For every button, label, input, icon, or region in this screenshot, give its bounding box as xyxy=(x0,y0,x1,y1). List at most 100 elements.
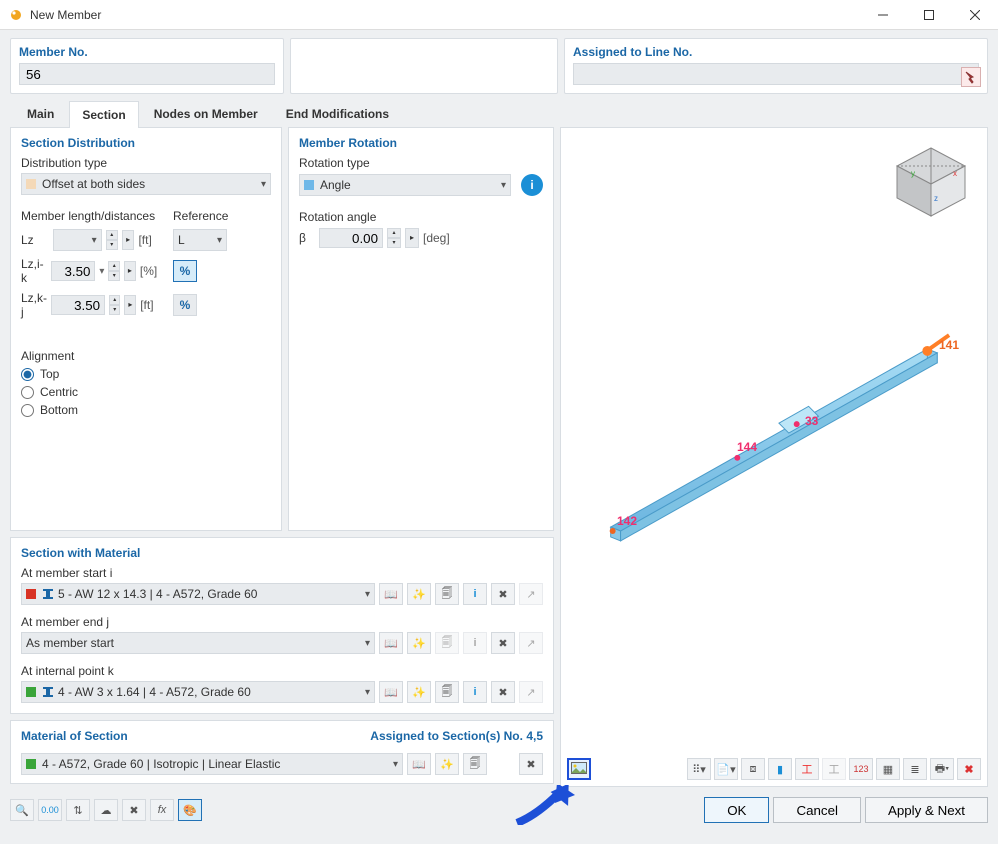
alignment-title: Alignment xyxy=(21,349,271,363)
lz-spinner[interactable]: ▴▾ xyxy=(106,230,118,250)
lzkj-spinner[interactable]: ▴▾ xyxy=(109,295,120,315)
library-icon[interactable]: 📖 xyxy=(379,632,403,654)
delete-icon[interactable]: ✖ xyxy=(519,753,543,775)
preview-toolbar: ⠿▾ 📄▾ ⧈ ▮ 工 工 123 ▦ ≣ 🖶▾ ✖ xyxy=(567,758,981,780)
swm-int-swatch xyxy=(26,687,36,697)
ok-button[interactable]: OK xyxy=(704,797,769,823)
beta-unit: [deg] xyxy=(423,231,463,245)
toggle1-icon[interactable]: ⇅ xyxy=(66,799,90,821)
delete-icon[interactable]: ✖ xyxy=(491,632,515,654)
copy-icon: 🗐 xyxy=(435,632,459,654)
reference-combo[interactable]: L ▾ xyxy=(173,229,227,251)
arrow-icon: ↗ xyxy=(519,583,543,605)
library-icon[interactable]: 📖 xyxy=(407,753,431,775)
beta-input[interactable] xyxy=(319,228,383,248)
rot-angle-label: Rotation angle xyxy=(299,210,543,224)
new-icon[interactable]: ✨ xyxy=(407,632,431,654)
info-icon[interactable]: i xyxy=(463,583,487,605)
pick-line-button[interactable] xyxy=(961,67,981,87)
chevron-down-icon: ▾ xyxy=(261,179,266,190)
align-bottom-label: Bottom xyxy=(40,403,78,417)
copy-icon[interactable]: 🗐 xyxy=(463,753,487,775)
mat-swatch xyxy=(26,759,36,769)
close-button[interactable] xyxy=(952,0,998,30)
maximize-button[interactable] xyxy=(906,0,952,30)
tab-section[interactable]: Section xyxy=(69,101,138,128)
search-icon[interactable]: 🔍 xyxy=(10,799,34,821)
member-no-box: Member No. xyxy=(10,38,284,94)
lz-play[interactable]: ▸ xyxy=(122,230,135,250)
swm-int-label: At internal point k xyxy=(21,664,543,678)
reset-view-icon[interactable]: ✖ xyxy=(957,758,981,780)
lzik-play[interactable]: ▸ xyxy=(124,261,136,281)
fx-icon[interactable]: fx xyxy=(150,799,174,821)
tab-main[interactable]: Main xyxy=(14,100,67,127)
section-grey-icon: 工 xyxy=(822,758,846,780)
delete-icon[interactable]: ✖ xyxy=(491,681,515,703)
beta-play[interactable]: ▸ xyxy=(405,228,419,248)
align-centric-label: Centric xyxy=(40,385,78,399)
mat-combo[interactable]: 4 - A572, Grade 60 | Isotropic | Linear … xyxy=(21,753,403,775)
wireframe-icon[interactable]: ⧈ xyxy=(741,758,765,780)
lzkj-play[interactable]: ▸ xyxy=(124,295,136,315)
member-rotation-panel: Member Rotation Rotation type Angle ▾ i … xyxy=(288,127,554,531)
print-icon[interactable]: 🖶▾ xyxy=(930,758,954,780)
align-top-radio[interactable]: Top xyxy=(21,367,271,381)
info-icon[interactable]: i xyxy=(463,681,487,703)
swm-start-label: At member start i xyxy=(21,566,543,580)
display-icon[interactable]: 📄▾ xyxy=(714,758,738,780)
lz-value-combo[interactable]: ▾ xyxy=(53,229,102,251)
copy-icon[interactable]: 🗐 xyxy=(435,681,459,703)
delete-icon[interactable]: ✖ xyxy=(491,583,515,605)
tab-endmod[interactable]: End Modifications xyxy=(273,100,402,127)
dist-type-combo[interactable]: Offset at both sides ▾ xyxy=(21,173,271,195)
new-icon[interactable]: ✨ xyxy=(407,583,431,605)
section-icon[interactable]: 工 xyxy=(795,758,819,780)
info-icon[interactable]: i xyxy=(521,174,543,196)
library-icon[interactable]: 📖 xyxy=(379,583,403,605)
lzik-spinner[interactable]: ▴▾ xyxy=(108,261,120,281)
grid-icon[interactable]: ▦ xyxy=(876,758,900,780)
align-top-label: Top xyxy=(40,367,59,381)
palette-icon[interactable]: 🎨 xyxy=(178,799,202,821)
mat-assigned-value: 4,5 xyxy=(526,729,543,743)
solid-icon[interactable]: ▮ xyxy=(768,758,792,780)
library-icon[interactable]: 📖 xyxy=(379,681,403,703)
align-centric-radio[interactable]: Centric xyxy=(21,385,271,399)
list-icon[interactable]: ≣ xyxy=(903,758,927,780)
section-distribution-title: Section Distribution xyxy=(21,136,271,150)
units-icon[interactable]: 0.00 xyxy=(38,799,62,821)
cloud-icon[interactable]: ☁ xyxy=(94,799,118,821)
orientation-cube-icon[interactable]: x y z xyxy=(891,146,971,218)
assigned-input[interactable] xyxy=(573,63,979,85)
minimize-button[interactable] xyxy=(860,0,906,30)
header-row: Member No. Assigned to Line No. xyxy=(0,30,998,100)
lzkj-pct-button[interactable]: % xyxy=(173,294,197,316)
lzik-input[interactable] xyxy=(51,261,95,281)
new-icon[interactable]: ✨ xyxy=(407,681,431,703)
swm-int-combo[interactable]: 4 - AW 3 x 1.64 | 4 - A572, Grade 60 ▾ xyxy=(21,681,375,703)
swm-start-combo[interactable]: 5 - AW 12 x 14.3 | 4 - A572, Grade 60 ▾ xyxy=(21,583,375,605)
beam-preview[interactable]: 141 33 144 142 xyxy=(581,328,957,548)
lzik-pct-button[interactable]: % xyxy=(173,260,197,282)
render-image-button[interactable] xyxy=(567,758,591,780)
copy-icon[interactable]: 🗐 xyxy=(435,583,459,605)
beta-spinner[interactable]: ▴▾ xyxy=(387,228,401,248)
swm-end-combo[interactable]: As member start ▾ xyxy=(21,632,375,654)
lzik-unit: [%] xyxy=(140,264,163,278)
tab-nodes[interactable]: Nodes on Member xyxy=(141,100,271,127)
arrow-icon: ↗ xyxy=(519,681,543,703)
remove-icon[interactable]: ✖ xyxy=(122,799,146,821)
numbers-icon[interactable]: 123 xyxy=(849,758,873,780)
lzkj-input[interactable] xyxy=(51,295,105,315)
lz-label: Lz xyxy=(21,233,49,247)
swm-start-value: 5 - AW 12 x 14.3 | 4 - A572, Grade 60 xyxy=(58,587,257,601)
cancel-button[interactable]: Cancel xyxy=(773,797,861,823)
new-icon[interactable]: ✨ xyxy=(435,753,459,775)
view-mode-icon[interactable]: ⠿▾ xyxy=(687,758,711,780)
apply-next-button[interactable]: Apply & Next xyxy=(865,797,988,823)
align-bottom-radio[interactable]: Bottom xyxy=(21,403,271,417)
beta-label: β xyxy=(299,231,315,245)
member-no-input[interactable] xyxy=(19,63,275,85)
rot-type-combo[interactable]: Angle ▾ xyxy=(299,174,511,196)
